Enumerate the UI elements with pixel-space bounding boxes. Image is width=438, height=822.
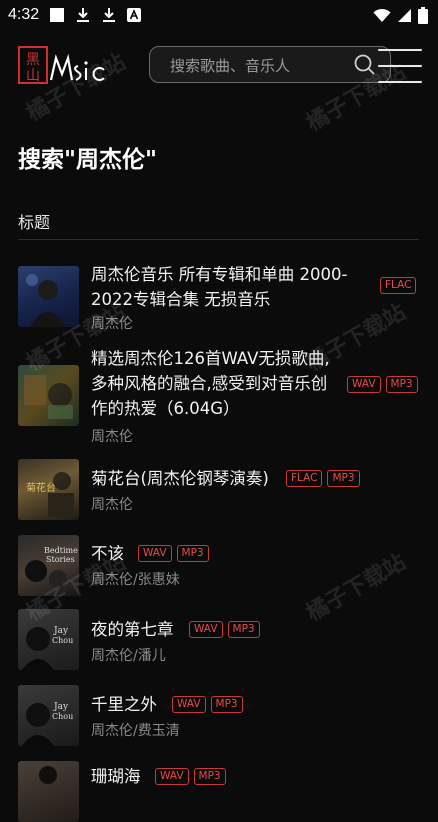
format-badge: MP3 [227,621,260,638]
album-cover [18,761,79,822]
signal-icon [398,8,411,22]
artist-name: 周杰伦/张惠妹 [91,572,180,588]
format-badges: FLAC [380,277,417,294]
status-bar: 4:32 [0,0,438,30]
song-title-line: 菊花台(周杰伦钢琴演奏) [91,469,269,488]
menu-button[interactable] [378,49,422,83]
search-input[interactable] [168,47,352,84]
album-cover: Jay Chou [18,609,79,670]
format-badge: FLAC [286,470,323,487]
section-label: 标题 [18,213,51,232]
wifi-icon [373,8,391,22]
divider [18,239,419,240]
format-badge: WAV [155,768,189,785]
album-cover: Jay Chou [18,685,79,746]
format-badge: MP3 [193,768,226,785]
song-title-line: 不该 [91,544,124,563]
song-title-line: 珊瑚海 [91,767,141,786]
format-badges: WAV MP3 [138,545,209,562]
battery-icon [418,6,428,24]
notification-square-icon [50,8,65,22]
format-badge: MP3 [210,696,243,713]
svg-text:山: 山 [26,68,40,84]
watermark: 橘子下载站 [302,549,411,627]
song-title-line: 多种风格的融合,感受到对音乐创 [91,374,328,393]
search-bar[interactable] [149,46,391,84]
song-title-line: 夜的第七章 [91,620,174,639]
app-a-icon [127,8,142,22]
svg-text:Jay: Jay [53,626,69,636]
status-time: 4:32 [8,6,40,23]
svg-text:菊花台: 菊花台 [26,481,56,494]
album-cover [18,266,79,327]
album-cover: 菊花台 [18,459,79,520]
format-badge: WAV [138,545,172,562]
song-title: 精选周杰伦126首WAV无损歌曲, 多种风格的融合,感受到对音乐创 作的热爱（6… [91,346,330,421]
format-badge: MP3 [176,545,209,562]
song-title-line: 千里之外 [91,695,157,714]
app-header: 黑 山 [0,30,438,100]
artist-name: 周杰伦/潘儿 [91,648,166,664]
download-icon [103,8,116,22]
format-badge: MP3 [327,470,360,487]
svg-text:Chou: Chou [52,712,73,721]
svg-text:Jay: Jay [53,702,69,712]
menu-line [378,65,422,67]
format-badges: WAV MP3 [189,621,260,638]
artist-name: 周杰伦 [91,497,133,513]
artist-name: 周杰伦 [91,316,133,332]
album-cover [18,365,79,426]
song-title: 周杰伦音乐 所有专辑和单曲 2000- 2022专辑合集 无损音乐 [91,262,347,312]
album-cover: Bedtime Stories [18,535,79,596]
svg-text:Stories: Stories [46,555,75,564]
artist-name: 周杰伦 [91,429,133,445]
format-badge: WAV [189,621,223,638]
song-title-line: 周杰伦音乐 所有专辑和单曲 2000- [91,265,348,284]
song-title: 千里之外 [91,692,157,717]
search-icon[interactable] [354,54,376,76]
format-badge: WAV [172,696,206,713]
format-badge: FLAC [380,277,417,294]
svg-text:Chou: Chou [52,636,73,645]
page-title: 搜索"周杰伦" [18,147,157,173]
format-badge: MP3 [385,376,418,393]
format-badges: WAV MP3 [347,376,418,393]
format-badges: WAV MP3 [155,768,226,785]
format-badges: FLAC MP3 [286,470,360,487]
svg-text:黑: 黑 [26,52,40,68]
song-title-line: 作的热爱（6.04G） [91,399,240,418]
song-title: 菊花台(周杰伦钢琴演奏) [91,466,269,491]
song-title-line: 2022专辑合集 无损音乐 [91,290,271,309]
song-title: 珊瑚海 [91,764,141,789]
song-title-line: 精选周杰伦126首WAV无损歌曲, [91,349,330,368]
menu-line [378,49,422,51]
svg-text:Bedtime: Bedtime [44,546,78,555]
app-logo[interactable]: 黑 山 [18,46,113,86]
song-title: 夜的第七章 [91,617,174,642]
artist-name: 周杰伦/费玉清 [91,723,180,739]
format-badges: WAV MP3 [172,696,243,713]
menu-line [378,81,422,83]
song-title: 不该 [91,541,124,566]
format-badge: WAV [347,376,381,393]
download-icon [77,8,90,22]
